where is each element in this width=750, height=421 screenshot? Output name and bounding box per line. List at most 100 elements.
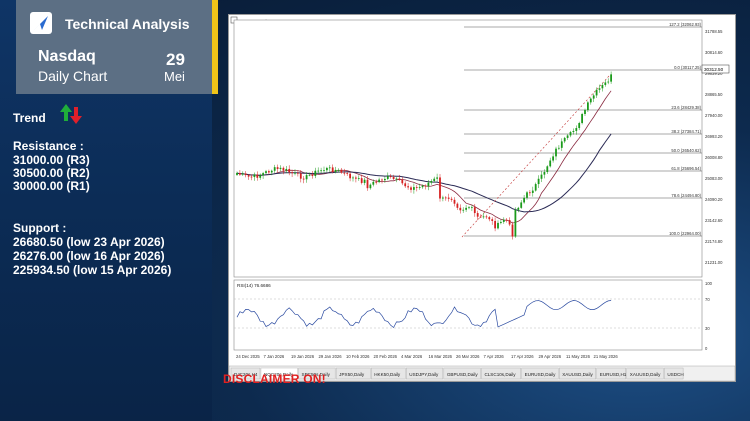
chart-tab-label[interactable]: CLSC10s,Daily — [484, 372, 516, 377]
candle-body — [560, 141, 563, 148]
price-tick-label: 22174.80 — [705, 239, 723, 244]
candle-body — [592, 95, 595, 99]
candle-body — [520, 202, 523, 208]
x-tick-label: 24 Dec 2025 — [236, 354, 260, 359]
candle-body — [291, 172, 293, 174]
candle-body — [413, 187, 415, 190]
chart-tab-label[interactable]: JPX50,Daily — [339, 372, 365, 377]
x-tick-label: 29 Jan 2026 — [319, 354, 343, 359]
x-tick-label: 20 Feb 2026 — [374, 354, 398, 359]
fib-label: 61.8 (25696.54) — [671, 166, 701, 171]
price-tick-label: 24090.20 — [705, 197, 723, 202]
header-box: Technical Analysis Nasdaq Daily Chart 29… — [16, 0, 218, 94]
candle-body — [375, 181, 378, 183]
candle-body — [340, 169, 343, 173]
chart-tab-label[interactable]: GBPUSD,Daily — [447, 372, 479, 377]
candle-body — [415, 187, 418, 188]
chart-tab-label[interactable]: XAUUSD,Daily — [630, 372, 661, 377]
disclaimer-text: DISCLAIMER ON! — [223, 372, 326, 386]
current-price-tag: 30312.50 — [704, 67, 724, 72]
x-tick-label: 26 Mar 2026 — [456, 354, 480, 359]
candle-body — [334, 169, 337, 172]
candle-body — [369, 184, 372, 189]
candle-body — [546, 166, 549, 173]
candle-body — [381, 179, 383, 181]
candle-body — [552, 156, 554, 161]
candle-body — [392, 176, 395, 179]
candle-body — [282, 167, 285, 171]
candle-body — [491, 219, 494, 221]
candle-body — [610, 74, 612, 82]
candle-body — [482, 216, 485, 218]
candle-body — [360, 178, 363, 183]
candle-body — [372, 181, 375, 185]
fib-label: 38.2 (27384.71) — [671, 129, 701, 134]
candle-body — [479, 216, 482, 218]
candle-body — [311, 174, 314, 176]
candle-body — [473, 207, 476, 214]
candle-body — [604, 82, 607, 85]
chart-tab-label[interactable]: XAUUSD,Daily — [562, 372, 593, 377]
price-tick-label: 28865.50 — [705, 92, 723, 97]
candle-body — [378, 179, 380, 183]
candle-body — [555, 148, 557, 157]
chart-tab-label[interactable]: HKK50,Daily — [374, 372, 401, 377]
candle-body — [398, 178, 401, 180]
rsi-tick-label: 30 — [705, 326, 710, 331]
candle-body — [502, 219, 505, 222]
support-s2: 26276.00 (low 16 Apr 2026) — [13, 249, 165, 263]
x-tick-label: 11 May 2026 — [566, 354, 591, 359]
candle-body — [355, 177, 357, 179]
chart-tab-label[interactable]: EURUSD,Daily — [525, 372, 557, 377]
candle-body — [288, 168, 291, 173]
candle-body — [534, 184, 537, 191]
candle-body — [529, 192, 531, 194]
chart-tab-label[interactable]: USDCH — [667, 372, 683, 377]
x-tick-label: 16 Mar 2026 — [429, 354, 453, 359]
candle-body — [410, 187, 412, 190]
candle-body — [468, 207, 470, 209]
candle-body — [430, 181, 433, 183]
candle-body — [505, 219, 508, 221]
candle-body — [595, 89, 598, 96]
candle-body — [302, 178, 305, 180]
resistance-title: Resistance : — [13, 139, 84, 153]
candle-body — [444, 197, 447, 199]
candle-body — [511, 224, 514, 237]
candle-body — [244, 173, 247, 176]
chart-tab-label[interactable]: USDJPY,Daily — [409, 372, 439, 377]
candle-body — [607, 81, 610, 83]
fib-label: 23.6 (28429.38) — [671, 105, 701, 110]
candle-body — [346, 173, 349, 174]
candle-body — [439, 177, 441, 199]
candle-body — [308, 174, 311, 176]
candle-body — [297, 172, 299, 174]
candle-body — [587, 102, 589, 111]
price-tick-label: 21231.00 — [705, 260, 723, 265]
candle-body — [601, 84, 604, 89]
chart-tab-label[interactable]: EURUSD,H1 — [600, 372, 627, 377]
x-tick-label: 19 Jan 2026 — [291, 354, 315, 359]
candle-body — [241, 173, 244, 175]
rsi-label: RSI(14) 76.6686 — [237, 283, 271, 288]
candle-body — [389, 176, 392, 177]
candle-body — [326, 167, 328, 171]
candle-body — [543, 172, 546, 175]
date-day: 29 — [166, 50, 185, 69]
candle-body — [465, 207, 467, 210]
candle-body — [357, 178, 360, 179]
candle-body — [404, 183, 407, 187]
candle-body — [352, 177, 354, 179]
candle-body — [395, 178, 398, 180]
candle-body — [447, 197, 450, 199]
candle-body — [285, 168, 288, 171]
candle-body — [569, 132, 572, 136]
candle-body — [453, 199, 456, 204]
candle-body — [575, 128, 578, 131]
candle-body — [424, 185, 427, 187]
price-chart: NQC20s.Daily 30296.00 30325.25 30295.75 … — [229, 16, 735, 381]
candle-body — [517, 207, 520, 210]
price-tick-label: 31788.55 — [705, 29, 723, 34]
brand-title: Technical Analysis — [65, 16, 190, 32]
candle-body — [500, 221, 502, 223]
